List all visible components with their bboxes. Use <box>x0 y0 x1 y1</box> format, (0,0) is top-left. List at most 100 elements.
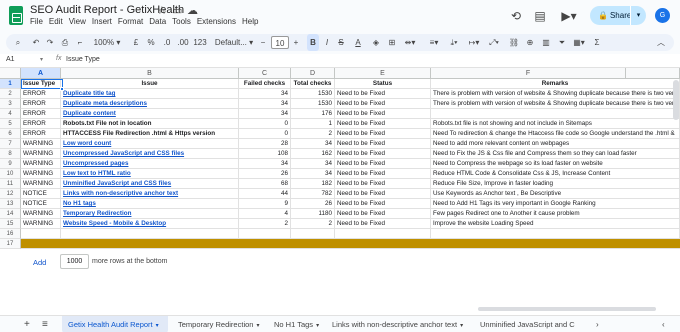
failed-checks-cell[interactable]: 68 <box>239 179 291 189</box>
remarks-cell[interactable]: Need to add more relevant content on web… <box>431 139 680 149</box>
menu-view[interactable]: View <box>69 17 86 26</box>
row-header[interactable]: 16 <box>0 229 21 239</box>
remarks-cell[interactable]: Few pages Redirect one to Another it cau… <box>431 209 680 219</box>
status-cell[interactable]: Need to be Fixed <box>335 219 431 229</box>
issue-type-cell[interactable]: WARNING <box>21 219 61 229</box>
row-header[interactable]: 5 <box>0 119 21 129</box>
sheet-tab[interactable]: Unminified JavaScript and C <box>474 316 578 332</box>
total-checks-cell[interactable] <box>291 229 335 239</box>
row-header[interactable]: 2 <box>0 89 21 99</box>
remarks-cell[interactable] <box>431 239 680 249</box>
sheet-grid[interactable]: ABCDEF 1 Issue Type Issue Failed checks Tota… <box>0 68 680 315</box>
failed-checks-cell[interactable]: 0 <box>239 119 291 129</box>
failed-checks-header[interactable]: Failed checks <box>239 79 291 89</box>
vertical-scrollbar[interactable] <box>673 80 679 120</box>
status-cell[interactable]: Need to be Fixed <box>335 169 431 179</box>
total-checks-cell[interactable]: 2 <box>291 129 335 139</box>
formula-input[interactable]: Issue Type <box>66 56 100 63</box>
sheet-tab[interactable]: Getix Health Audit Report ▾ <box>62 316 168 332</box>
sheet-tab[interactable]: Temporary Redirection ▾ <box>172 316 264 332</box>
total-checks-cell[interactable]: 1 <box>291 119 335 129</box>
total-checks-cell[interactable]: 1530 <box>291 99 335 109</box>
collapse-sidebar-icon[interactable]: ‹ <box>662 316 665 332</box>
all-sheets-icon[interactable]: ≡ <box>42 316 48 332</box>
status-cell[interactable]: Need to be Fixed <box>335 139 431 149</box>
status-cell[interactable]: Need to be Fixed <box>335 199 431 209</box>
menu-file[interactable]: File <box>30 17 43 26</box>
scroll-tabs-right-icon[interactable]: › <box>596 316 599 332</box>
failed-checks-cell[interactable]: 0 <box>239 129 291 139</box>
remarks-cell[interactable]: There is problem with version of website… <box>431 99 680 109</box>
redo-icon[interactable]: ↷ <box>44 34 56 51</box>
insert-chart-icon[interactable]: ▥ <box>540 34 552 51</box>
row-header[interactable]: 12 <box>0 189 21 199</box>
merge-cells-icon[interactable]: ⇹▾ <box>402 34 418 51</box>
total-checks-cell[interactable]: 2 <box>291 219 335 229</box>
issue-cell[interactable]: Uncompressed pages <box>61 159 239 169</box>
select-all-corner[interactable] <box>0 68 21 79</box>
row-header[interactable]: 3 <box>0 99 21 109</box>
column-header-a[interactable]: A <box>21 68 61 79</box>
issue-cell[interactable]: Uncompressed JavaScript and CSS files <box>61 149 239 159</box>
functions-icon[interactable]: Σ <box>591 34 603 51</box>
horizontal-scrollbar[interactable] <box>466 306 680 312</box>
status-header[interactable]: Status <box>335 79 431 89</box>
status-cell[interactable] <box>335 229 431 239</box>
borders-icon[interactable]: ⊞ <box>386 34 398 51</box>
issue-type-cell[interactable]: WARNING <box>21 179 61 189</box>
remarks-cell[interactable]: Reduce File Size, Improve in faster load… <box>431 179 680 189</box>
menu-format[interactable]: Format <box>118 17 143 26</box>
issue-type-cell[interactable] <box>21 239 61 249</box>
paint-format-icon[interactable]: ⌐ <box>74 34 86 51</box>
align-vertical-icon[interactable]: ⤓▾ <box>446 34 462 51</box>
row-header[interactable]: 8 <box>0 149 21 159</box>
menu-tools[interactable]: Tools <box>172 17 191 26</box>
row-header[interactable]: 4 <box>0 109 21 119</box>
failed-checks-cell[interactable]: 28 <box>239 139 291 149</box>
row-header[interactable]: 15 <box>0 219 21 229</box>
undo-icon[interactable]: ↶ <box>30 34 42 51</box>
menu-help[interactable]: Help <box>242 17 258 26</box>
remarks-cell[interactable]: Robots.txt file is not showing and not i… <box>431 119 680 129</box>
total-checks-cell[interactable]: 26 <box>291 199 335 209</box>
status-cell[interactable]: Need to be Fixed <box>335 179 431 189</box>
horizontal-scroll-thumb[interactable] <box>478 307 656 311</box>
failed-checks-cell[interactable]: 34 <box>239 89 291 99</box>
failed-checks-cell[interactable] <box>239 229 291 239</box>
currency-button[interactable]: £ <box>131 34 141 51</box>
total-checks-cell[interactable]: 1180 <box>291 209 335 219</box>
insert-link-icon[interactable]: ⛓ <box>508 34 520 51</box>
name-box[interactable]: A1 <box>6 56 15 63</box>
status-cell[interactable]: Need to be Fixed <box>335 149 431 159</box>
insert-comment-icon[interactable]: ⊕ <box>524 34 536 51</box>
issue-type-cell[interactable]: WARNING <box>21 149 61 159</box>
failed-checks-cell[interactable]: 34 <box>239 99 291 109</box>
filter-views-icon[interactable]: ▦▾ <box>571 34 587 51</box>
menu-insert[interactable]: Insert <box>92 17 112 26</box>
issue-cell[interactable]: Duplicate title tag <box>61 89 239 99</box>
issue-type-cell[interactable]: ERROR <box>21 129 61 139</box>
total-checks-cell[interactable] <box>291 239 335 249</box>
name-box-dropdown-icon[interactable]: ▾ <box>40 56 43 63</box>
total-checks-cell[interactable]: 1530 <box>291 89 335 99</box>
comments-icon[interactable]: ▤ <box>532 8 548 24</box>
status-cell[interactable]: Need to be Fixed <box>335 109 431 119</box>
issue-cell[interactable]: Temporary Redirection <box>61 209 239 219</box>
star-icon[interactable]: ☆ <box>157 4 167 17</box>
issue-type-cell[interactable]: WARNING <box>21 209 61 219</box>
move-folder-icon[interactable]: ▭ <box>172 4 182 17</box>
total-checks-cell[interactable]: 782 <box>291 189 335 199</box>
failed-checks-cell[interactable]: 9 <box>239 199 291 209</box>
remarks-cell[interactable]: There is problem with version of website… <box>431 89 680 99</box>
total-checks-cell[interactable]: 176 <box>291 109 335 119</box>
issue-cell[interactable]: Unminified JavaScript and CSS files <box>61 179 239 189</box>
total-checks-cell[interactable]: 34 <box>291 159 335 169</box>
issue-cell[interactable]: HTTACCESS File Redirection .html & Https… <box>61 129 239 139</box>
collapse-toolbar-icon[interactable]: ︿ <box>655 34 667 51</box>
text-color-button[interactable]: A <box>352 34 364 51</box>
remarks-header[interactable]: Remarks <box>431 79 680 89</box>
italic-button[interactable]: I <box>322 34 332 51</box>
row-header[interactable]: 11 <box>0 179 21 189</box>
issue-cell[interactable] <box>61 239 239 249</box>
remarks-cell[interactable]: Need To redirection & change the Htacces… <box>431 129 680 139</box>
